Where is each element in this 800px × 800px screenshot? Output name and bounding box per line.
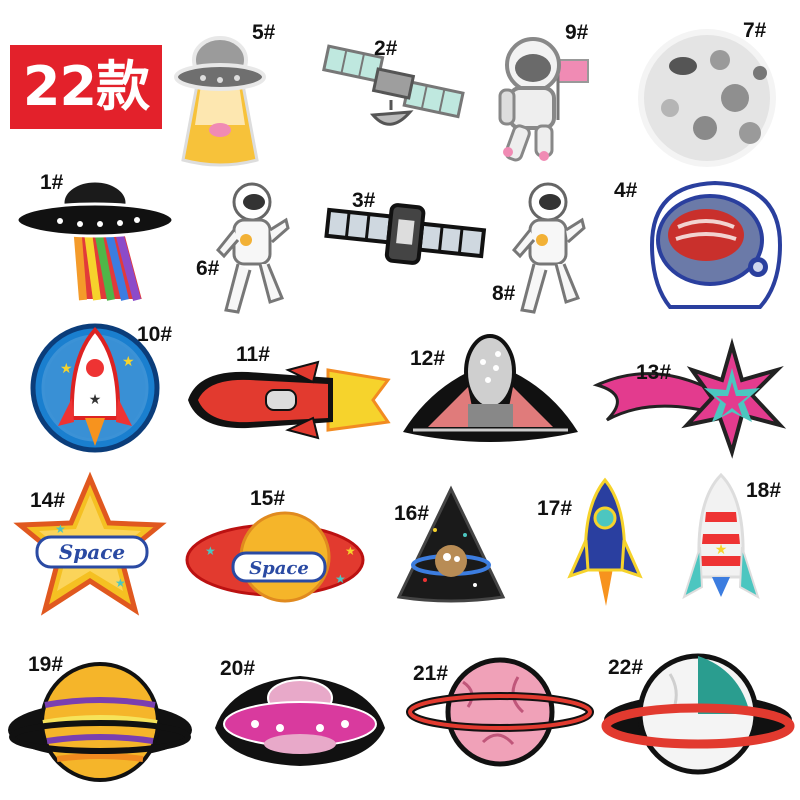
patch-22-label: 22# [608,656,644,679]
patch-21-label: 21# [413,662,449,685]
patch-10-label: 10# [137,323,173,346]
patch-9-astronaut-icon [488,30,600,165]
patch-4-label: 4# [614,179,638,202]
patch-14-label: 14# [30,489,66,512]
svg-text:★: ★ [122,353,135,369]
patch-12-label: 12# [410,347,446,370]
patch-4-helmet-icon [640,175,790,315]
patch-1-label: 1# [40,171,64,194]
patch-8-astronaut-icon [508,180,588,320]
patch-9-label: 9# [565,21,589,44]
patch-8-label: 8# [492,282,516,305]
patch-19-label: 19# [28,653,64,676]
svg-text:★: ★ [55,522,66,536]
patch-6-astronaut-icon [212,180,292,320]
patch-20-label: 20# [220,657,256,680]
patch-18-label: 18# [746,479,782,502]
patch-2-label: 2# [374,37,398,60]
patch-13-label: 13# [636,361,672,384]
svg-text:★: ★ [60,360,73,376]
patch-3-label: 3# [352,189,376,212]
patch-14-space-text: Space [59,540,125,564]
patch-3-satellite-icon [324,200,487,270]
patch-11-label: 11# [236,343,270,366]
svg-text:★: ★ [345,544,356,558]
style-count-badge: 22款 [10,45,162,129]
svg-text:★: ★ [89,391,102,407]
svg-text:★: ★ [115,576,126,590]
patch-5-label: 5# [252,21,276,44]
patch-17-blue-rocket-icon [567,477,643,608]
patch-16-label: 16# [394,502,430,525]
patch-13-shooting-star-icon [592,337,787,459]
patch-2-satellite-icon [318,44,465,140]
patch-7-label: 7# [743,19,767,42]
patch-11-red-rocket-icon [188,360,393,440]
patch-15-label: 15# [250,487,286,510]
svg-text:★: ★ [335,572,346,586]
svg-text:★: ★ [715,541,728,557]
patch-15-planet-space-icon: Space ★ ★ ★ [185,505,367,610]
patch-6-label: 6# [196,257,220,280]
patch-5-ufo-beam-icon [174,25,266,167]
patch-7-moon-icon [625,28,790,168]
patch-17-label: 17# [537,497,573,520]
svg-text:★: ★ [205,544,216,558]
patch-1-ufo-rainbow-icon [15,175,180,305]
patch-15-space-text: Space [249,558,309,579]
product-collage: 22款 5# 2# 9# 7# 1# 6# 3# 8# 4# ★ ★ ★ 10#… [0,0,800,800]
